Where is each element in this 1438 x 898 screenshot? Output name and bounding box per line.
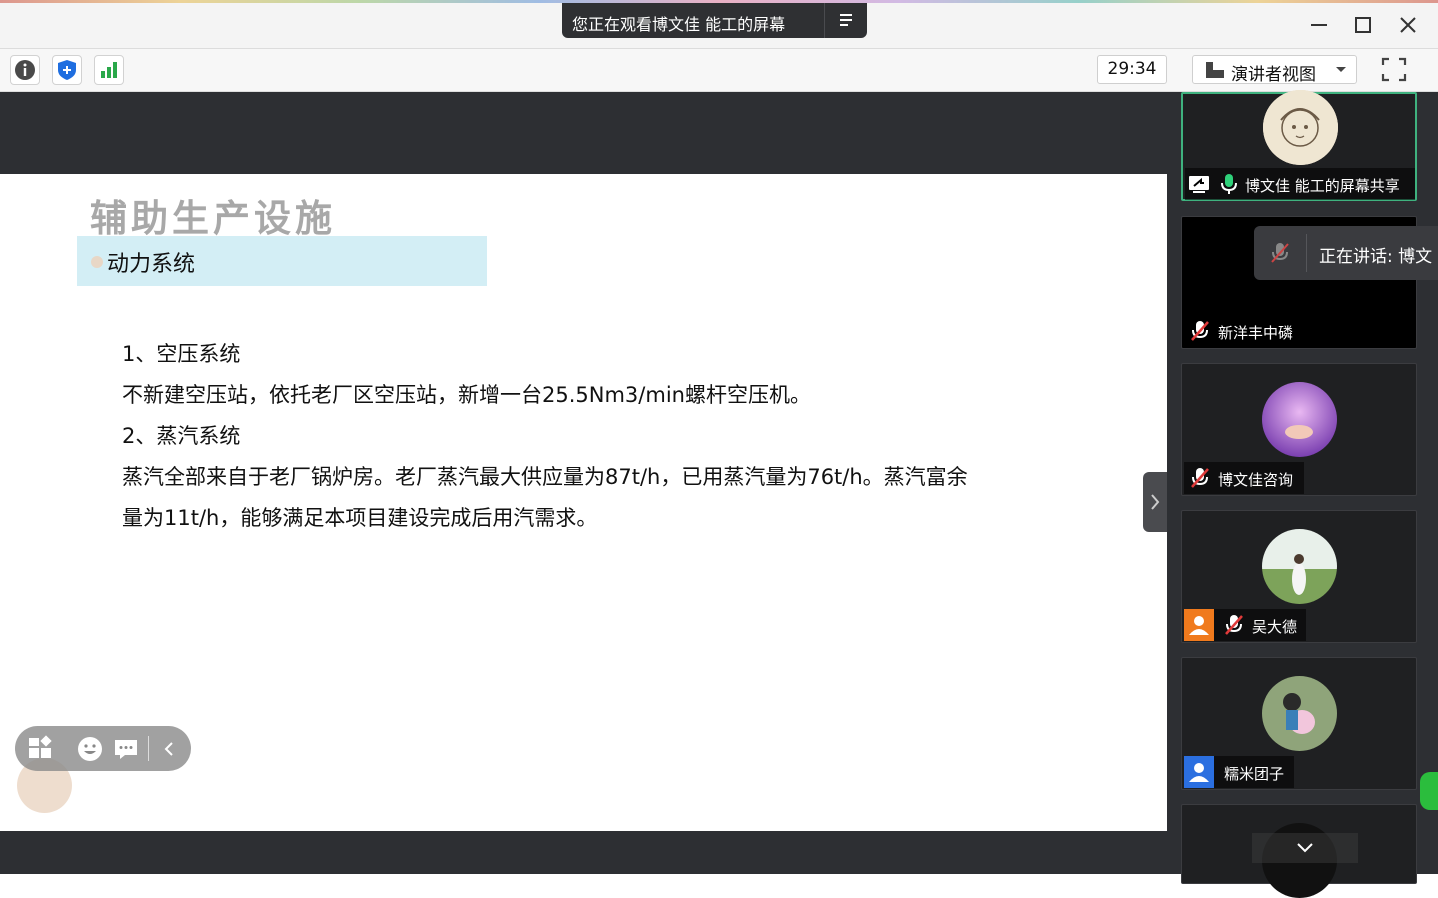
participant-name: 博文佳 能工的屏幕共享 <box>1245 177 1400 195</box>
collapse-bar-button[interactable] <box>155 734 185 764</box>
participant-tile[interactable] <box>1181 804 1417 898</box>
section-header: 动力系统 <box>77 236 487 286</box>
avatar-photo-image <box>1262 529 1337 604</box>
avatar <box>1262 382 1337 457</box>
apps-icon <box>29 735 52 758</box>
participant-name: 糯米团子 <box>1224 765 1285 783</box>
smiley-icon <box>78 737 102 761</box>
view-mode-label: 演讲者视图 <box>1231 65 1316 85</box>
participant-namebar: 吴大德 <box>1184 609 1306 641</box>
share-letterbox-bottom <box>0 831 1167 874</box>
collapse-panel-button[interactable] <box>1143 472 1167 532</box>
participant-name: 博文佳咨询 <box>1218 471 1294 489</box>
avatar <box>1262 676 1337 751</box>
speaking-text: 正在讲话: 博文 <box>1319 247 1433 267</box>
avatar-lavender-image <box>1262 382 1337 457</box>
microphone-muted-icon <box>1191 321 1209 341</box>
title-bar: 您正在观看博文佳 能工的屏幕 <box>0 0 1438 49</box>
participant-namebar: 新洋丰中磷 <box>1184 315 1302 347</box>
close-button[interactable] <box>1393 10 1423 40</box>
minimize-icon <box>1311 24 1327 26</box>
chat-icon <box>115 740 137 759</box>
user-icon <box>1189 763 1209 782</box>
avatar-badge <box>1184 609 1214 641</box>
minimize-button[interactable] <box>1304 10 1334 40</box>
participant-tile[interactable]: 博文佳咨询 <box>1181 363 1417 496</box>
chevron-down-icon <box>1336 67 1346 72</box>
microphone-muted-icon <box>1225 615 1243 635</box>
participant-name: 吴大德 <box>1252 618 1298 636</box>
close-icon <box>1400 17 1416 33</box>
chat-button[interactable] <box>111 734 141 764</box>
screen-share-icon <box>1189 176 1209 193</box>
avatar-badge <box>1184 756 1214 788</box>
maximize-button[interactable] <box>1348 10 1378 40</box>
share-banner: 您正在观看博文佳 能工的屏幕 <box>562 3 867 38</box>
share-menu-button[interactable] <box>824 3 867 38</box>
menu-icon <box>840 14 852 26</box>
user-icon <box>1189 616 1209 635</box>
floating-action-bar <box>15 726 191 771</box>
microphone-icon <box>1221 174 1237 194</box>
participant-tile[interactable]: 糯米团子 <box>1181 657 1417 790</box>
info-icon <box>15 60 35 80</box>
meeting-toolbar: 29:34 演讲者视图 <box>0 49 1438 92</box>
bullet-dot <box>91 256 103 268</box>
share-banner-text: 您正在观看博文佳 能工的屏幕 <box>572 15 786 34</box>
share-letterbox-top <box>0 92 1167 174</box>
avatar-child-image <box>1262 676 1337 751</box>
chevron-right-icon <box>1151 494 1160 510</box>
security-button[interactable] <box>52 55 82 85</box>
participant-namebar: 博文佳 能工的屏幕共享 <box>1185 168 1415 200</box>
scroll-down-button[interactable] <box>1252 833 1358 863</box>
info-button[interactable] <box>10 55 40 85</box>
slide-line: 不新建空压站，依托老厂区空压站，新增一台25.5Nm3/min螺杆空压机。 <box>122 383 811 407</box>
chevron-down-icon <box>1297 843 1313 853</box>
slide-line: 2、蒸汽系统 <box>122 424 241 448</box>
microphone-muted-icon <box>1191 468 1209 488</box>
section-label: 动力系统 <box>107 252 196 277</box>
speaking-indicator: 正在讲话: 博文 <box>1254 226 1438 280</box>
participant-namebar: 糯米团子 <box>1184 756 1294 788</box>
slide-line: 量为11t/h，能够满足本项目建设完成后用汽需求。 <box>122 506 598 530</box>
avatar <box>1263 90 1338 165</box>
divider <box>1306 234 1307 272</box>
divider <box>148 736 149 761</box>
network-status-button[interactable] <box>94 55 124 85</box>
speaking-mic-muted-icon <box>1271 243 1289 263</box>
slide-line: 蒸汽全部来自于老厂锅炉房。老厂蒸汽最大供应量为87t/h，已用蒸汽量为76t/h… <box>122 465 968 489</box>
avatar <box>1262 529 1337 604</box>
slide-title: 辅助生产设施 <box>90 197 336 240</box>
slide-line: 1、空压系统 <box>122 342 241 366</box>
fullscreen-button[interactable] <box>1378 55 1410 84</box>
fullscreen-icon <box>1381 57 1407 82</box>
meeting-timer: 29:34 <box>1097 55 1167 84</box>
avatar-sketch-image <box>1263 90 1338 165</box>
reaction-button[interactable] <box>75 734 105 764</box>
wechat-icon[interactable] <box>1420 772 1438 810</box>
apps-button[interactable] <box>26 734 56 764</box>
shield-icon <box>58 60 76 80</box>
participant-namebar: 博文佳咨询 <box>1184 462 1304 494</box>
participant-tile[interactable]: 吴大德 <box>1181 510 1417 643</box>
layout-icon <box>1206 62 1224 78</box>
participant-tile[interactable]: 博文佳 能工的屏幕共享 <box>1181 90 1417 201</box>
signal-bars-icon <box>101 62 117 78</box>
view-mode-dropdown[interactable]: 演讲者视图 <box>1192 55 1357 85</box>
participant-name: 新洋丰中磷 <box>1218 324 1294 342</box>
chevron-left-icon <box>164 742 173 756</box>
maximize-icon <box>1355 17 1371 33</box>
